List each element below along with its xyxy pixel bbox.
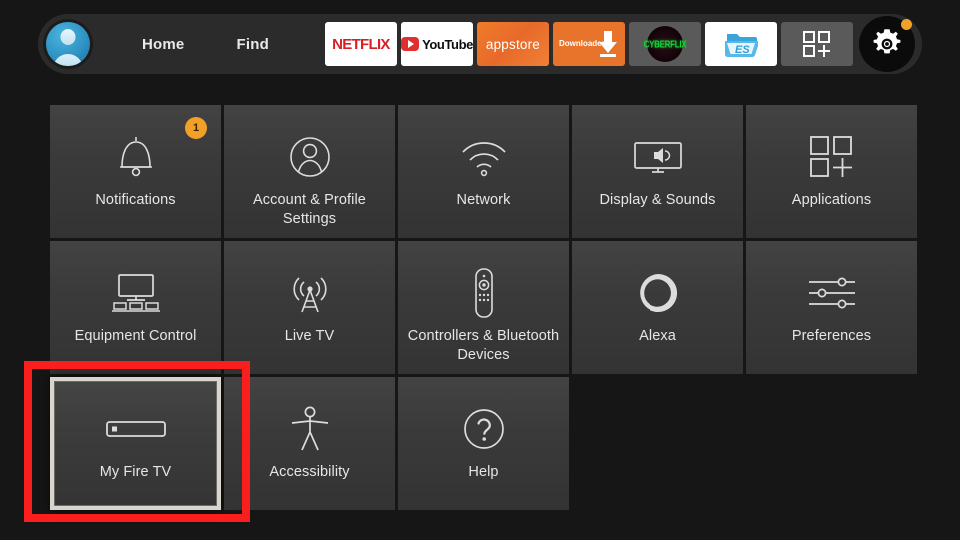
question-icon	[461, 403, 507, 455]
app-es-file-explorer[interactable]: ES	[704, 22, 777, 66]
cyberflix-badge: CYBERFLIX	[644, 26, 687, 62]
remote-icon	[470, 267, 498, 319]
app-downloader[interactable]: Downloader	[552, 22, 625, 66]
tv-sound-icon	[630, 131, 686, 183]
app-appstore[interactable]: appstore	[476, 22, 549, 66]
settings-tile-network[interactable]: Network	[398, 105, 569, 238]
gear-icon	[873, 29, 901, 54]
alexa-icon	[635, 267, 681, 319]
appstore-wordmark: appstore	[485, 36, 541, 52]
profile-avatar[interactable]	[46, 22, 90, 66]
download-arrow-icon	[598, 31, 617, 57]
settings-tile-help[interactable]: Help	[398, 377, 569, 510]
settings-gear-button[interactable]	[858, 16, 915, 72]
tile-label: Controllers & Bluetooth Devices	[407, 328, 560, 363]
settings-tile-account-profile[interactable]: Account & Profile Settings	[224, 105, 395, 238]
accessibility-icon	[288, 403, 332, 455]
settings-tile-my-fire-tv[interactable]: My Fire TV	[50, 377, 221, 510]
app-shortcuts-row: NETFLIX YouTube appstore Downloader CYBE…	[324, 22, 853, 66]
bell-icon	[114, 131, 158, 183]
settings-tile-grid: 1 Notifications Account & Profile Settin…	[50, 105, 917, 510]
tile-label: Display & Sounds	[599, 192, 716, 208]
cyberflix-wordmark: CYBERFLIX	[643, 38, 687, 50]
settings-tile-controllers-bluetooth[interactable]: Controllers & Bluetooth Devices	[398, 241, 569, 374]
svg-text:ES: ES	[735, 44, 750, 56]
netflix-wordmark: NETFLIX	[332, 35, 390, 53]
app-netflix[interactable]: NETFLIX	[324, 22, 397, 66]
app-youtube[interactable]: YouTube	[400, 22, 473, 66]
tile-label: Preferences	[791, 328, 872, 344]
youtube-play-icon	[400, 37, 420, 51]
tile-label: Account & Profile Settings	[253, 192, 366, 227]
wifi-icon	[459, 131, 509, 183]
settings-tile-alexa[interactable]: Alexa	[572, 241, 743, 374]
app-cyberflix[interactable]: CYBERFLIX	[628, 22, 701, 66]
settings-notification-dot	[900, 19, 912, 30]
apps-plus-icon	[808, 131, 856, 183]
tile-label: Notifications	[95, 192, 176, 208]
settings-tile-live-tv[interactable]: Live TV	[224, 241, 395, 374]
tile-label: Live TV	[284, 328, 335, 344]
avatar-head	[60, 29, 76, 45]
tile-label: Help	[468, 464, 499, 480]
settings-tile-display-sounds[interactable]: Display & Sounds	[572, 105, 743, 238]
antenna-icon	[288, 267, 332, 319]
tile-label: Network	[456, 192, 511, 208]
settings-tile-applications[interactable]: Applications	[746, 105, 917, 238]
settings-tile-equipment-control[interactable]: Equipment Control	[50, 241, 221, 374]
app-grid-more[interactable]	[780, 22, 853, 66]
settings-tile-accessibility[interactable]: Accessibility	[224, 377, 395, 510]
avatar-body	[53, 54, 83, 66]
person-icon	[287, 131, 333, 183]
tile-label: Applications	[791, 192, 872, 208]
es-file-explorer-icon: ES	[724, 34, 758, 58]
tile-label: Accessibility	[269, 464, 350, 480]
settings-tile-preferences[interactable]: Preferences	[746, 241, 917, 374]
tile-label: My Fire TV	[99, 464, 172, 480]
youtube-wordmark: YouTube	[422, 36, 473, 52]
sliders-icon	[806, 267, 858, 319]
apps-grid-plus-icon	[802, 31, 830, 57]
notifications-badge: 1	[185, 117, 207, 139]
nav-item-home[interactable]: Home	[138, 30, 188, 59]
settings-tile-notifications[interactable]: 1 Notifications	[50, 105, 221, 238]
top-navigation-bar: Home Find NETFLIX YouTube appstore Downl…	[38, 14, 922, 74]
equipment-icon	[109, 267, 163, 319]
tile-label: Equipment Control	[74, 328, 197, 344]
tile-label: Alexa	[639, 328, 676, 344]
firestick-icon	[105, 403, 167, 455]
nav-item-find[interactable]: Find	[232, 30, 272, 59]
